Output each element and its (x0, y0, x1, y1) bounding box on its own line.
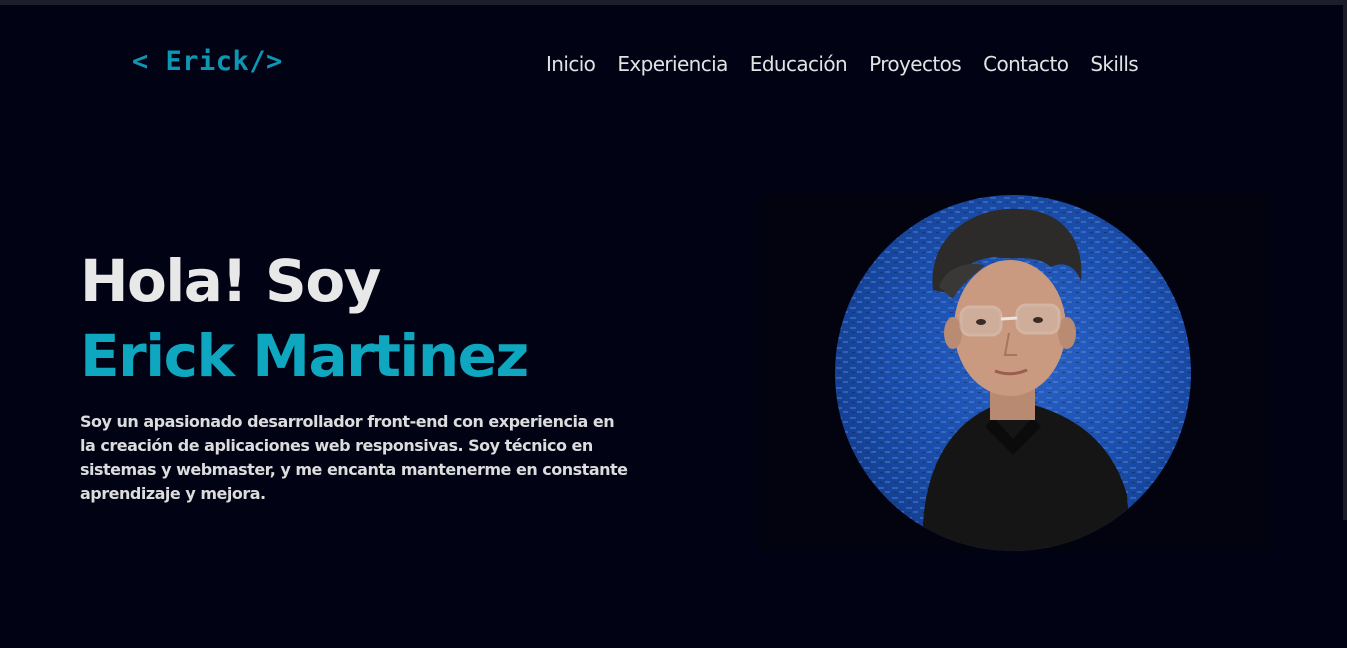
nav-link-skills[interactable]: Skills (1090, 52, 1138, 76)
site-logo[interactable]: < Erick/> (132, 46, 283, 77)
hero-greeting: Hola! Soy (80, 247, 381, 315)
profile-portrait-image (835, 195, 1191, 551)
hero-name: Erick Martinez (80, 322, 529, 390)
window-top-border (0, 0, 1347, 5)
nav-link-proyectos[interactable]: Proyectos (869, 52, 962, 76)
nav-link-educacion[interactable]: Educación (750, 52, 848, 76)
main-nav: Inicio Experiencia Educación Proyectos C… (546, 52, 1139, 76)
scrollbar-track[interactable] (1343, 0, 1347, 520)
nav-link-inicio[interactable]: Inicio (546, 52, 596, 76)
profile-avatar (835, 195, 1191, 551)
nav-link-contacto[interactable]: Contacto (983, 52, 1069, 76)
nav-link-experiencia[interactable]: Experiencia (617, 52, 728, 76)
hero-description: Soy un apasionado desarrollador front-en… (80, 412, 628, 503)
